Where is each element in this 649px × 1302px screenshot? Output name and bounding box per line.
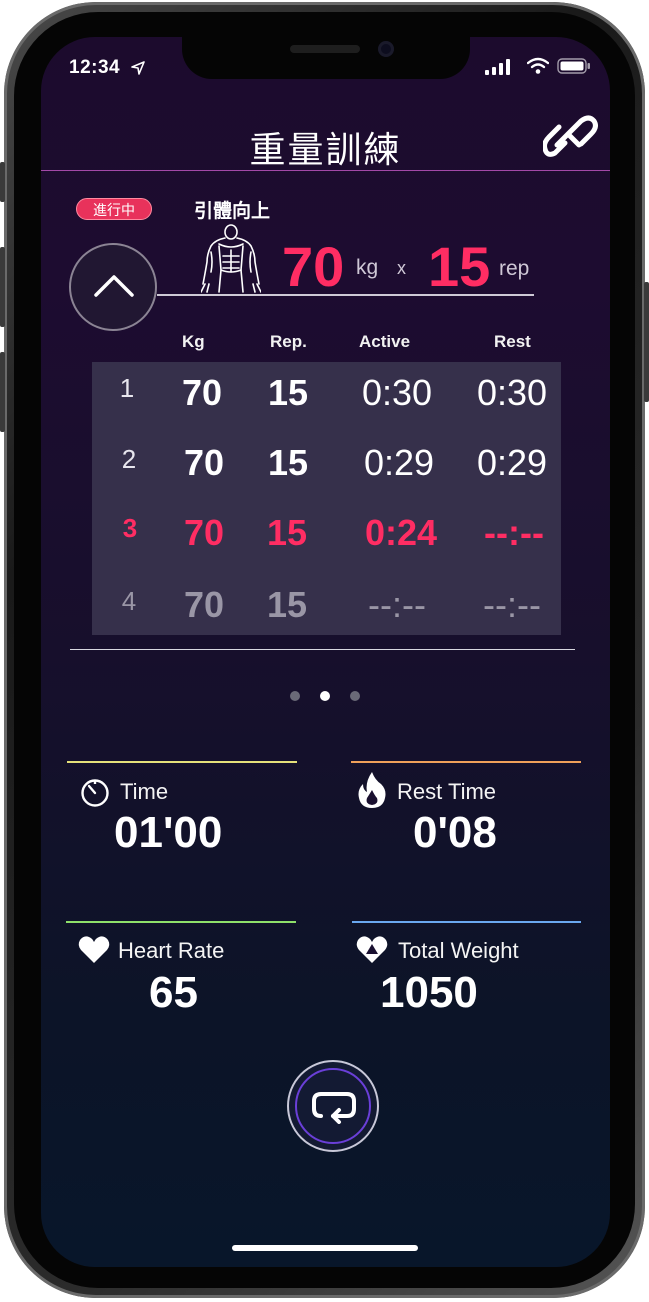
- notch: [182, 37, 470, 79]
- rest-time-value: 0'08: [413, 808, 497, 857]
- set-rep: 15: [266, 512, 308, 553]
- total-weight-accent-line: [352, 921, 581, 923]
- column-header-rest: Rest: [494, 332, 531, 351]
- set-kg: 70: [183, 442, 225, 483]
- page-dot-3[interactable]: [350, 691, 360, 701]
- heart-rate-accent-line: [66, 921, 296, 923]
- repeat-icon: [312, 1092, 356, 1124]
- heart-icon: [78, 936, 110, 963]
- set-rest: --:--: [484, 512, 544, 553]
- column-header-active: Active: [359, 332, 411, 351]
- home-indicator[interactable]: [232, 1245, 418, 1251]
- set-rest: 0:29: [476, 442, 548, 483]
- section-divider: [70, 649, 575, 650]
- set-rest: 0:30: [476, 372, 548, 413]
- time-accent-line: [67, 761, 297, 763]
- set-index: 1: [119, 373, 135, 403]
- column-header-rep: Rep.: [270, 332, 307, 351]
- link-icon[interactable]: [543, 115, 599, 157]
- page-title: 重量訓練: [249, 129, 402, 170]
- current-weight: 70: [282, 235, 345, 298]
- set-index: 3: [122, 513, 138, 543]
- heart-triangle-icon: [356, 936, 388, 963]
- page-dot-2-active[interactable]: [320, 691, 330, 701]
- wifi-icon: [527, 57, 549, 74]
- reps-unit: rep: [499, 257, 530, 280]
- collapse-button[interactable]: [69, 243, 157, 331]
- time-value: 01'00: [114, 808, 223, 857]
- set-rep: 15: [267, 372, 309, 413]
- set-active: 0:29: [363, 442, 435, 483]
- chevron-up-icon: [94, 275, 134, 297]
- rest-time-accent-line: [351, 761, 581, 763]
- set-rest: --:--: [483, 584, 541, 625]
- exercise-underline: [157, 294, 534, 296]
- page-dot-1[interactable]: [290, 691, 300, 701]
- weight-unit: kg: [356, 256, 379, 279]
- heart-rate-label: Heart Rate: [118, 938, 225, 963]
- current-reps: 15: [428, 235, 491, 298]
- sets-table: 1 70 15 0:30 0:30 2 70 15 0:29 0:29 3 70…: [92, 362, 561, 635]
- signal-icon: [485, 59, 510, 75]
- heart-rate-value: 65: [149, 968, 198, 1017]
- set-kg: 70: [183, 584, 225, 625]
- column-header-kg: Kg: [182, 332, 205, 351]
- times-sign: x: [397, 258, 406, 278]
- status-badge: 進行中: [76, 198, 152, 220]
- status-time: 12:34: [69, 57, 121, 78]
- app-screen: 12:34 重量訓練 進行中 引體向上 70 kg x 15 rep Kg Re…: [41, 37, 610, 1267]
- set-kg: 70: [183, 512, 225, 553]
- set-active: 0:30: [361, 372, 433, 413]
- muscle-body-icon: [201, 224, 261, 293]
- set-index: 4: [121, 586, 137, 616]
- location-arrow-icon: [131, 61, 145, 75]
- set-active: --:--: [368, 584, 426, 625]
- rest-time-label: Rest Time: [397, 779, 497, 804]
- flame-icon: [358, 772, 386, 808]
- set-active: 0:24: [364, 512, 438, 553]
- time-label: Time: [120, 779, 169, 804]
- set-kg: 70: [181, 372, 223, 413]
- repeat-button[interactable]: [287, 1060, 379, 1152]
- total-weight-value: 1050: [380, 968, 478, 1017]
- exercise-name: 引體向上: [194, 201, 271, 222]
- stopwatch-icon: [81, 779, 109, 807]
- battery-icon: [557, 58, 590, 74]
- set-rep: 15: [267, 442, 309, 483]
- total-weight-label: Total Weight: [398, 938, 519, 963]
- set-rep: 15: [266, 584, 308, 625]
- header-divider: [41, 170, 610, 171]
- set-index: 2: [121, 444, 137, 474]
